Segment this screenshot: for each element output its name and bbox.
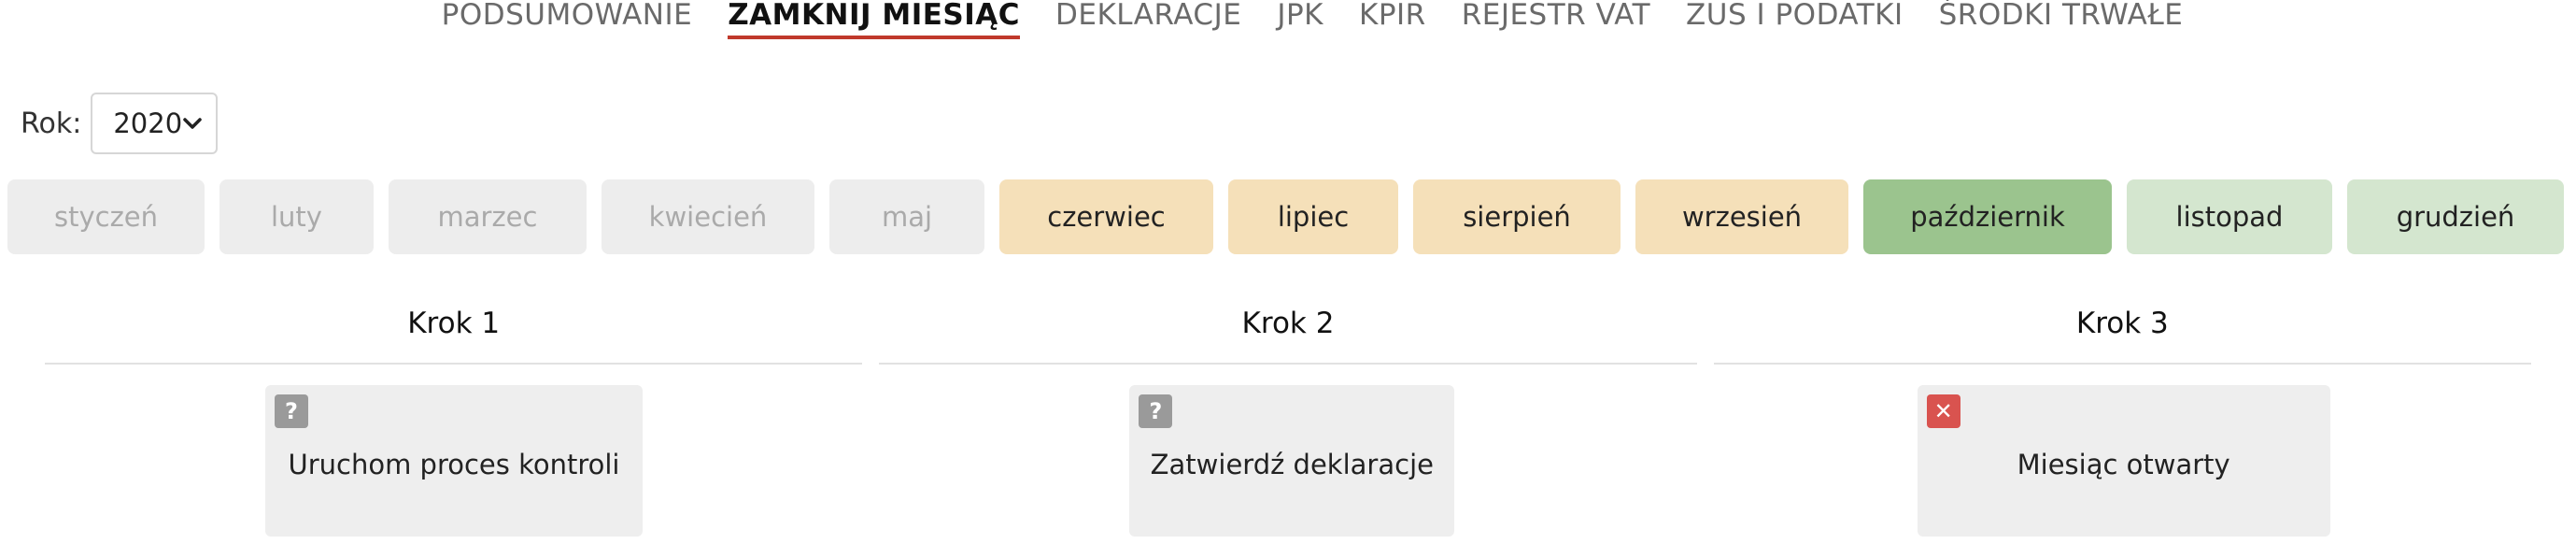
month-button-luty[interactable]: luty xyxy=(219,179,374,254)
step-3: Krok 3 ✕ Miesiąc otwarty xyxy=(1713,301,2531,544)
step-2: Krok 2 ? Zatwierdź deklaracje xyxy=(879,301,1697,544)
month-bar: styczeń luty marzec kwiecień maj czerwie… xyxy=(7,179,2564,254)
step-1-card-label: Uruchom proces kontroli xyxy=(288,449,620,480)
nav-tab-deklaracje[interactable]: DEKLARACJE xyxy=(1055,0,1241,32)
month-button-pazdziernik[interactable]: październik xyxy=(1863,179,2112,254)
step-3-card[interactable]: ✕ Miesiąc otwarty xyxy=(1917,385,2330,537)
main-nav: PODSUMOWANIE ZAMKNIJ MIESIĄC DEKLARACJE … xyxy=(0,0,2576,49)
year-label: Rok: xyxy=(21,107,82,140)
nav-tab-zus-i-podatki[interactable]: ZUS I PODATKI xyxy=(1686,0,1904,32)
step-1-title: Krok 1 xyxy=(407,307,501,340)
step-1-card[interactable]: ? Uruchom proces kontroli xyxy=(265,385,643,537)
question-icon: ? xyxy=(1139,394,1173,428)
step-2-divider xyxy=(879,363,1697,365)
nav-tab-rejestr-vat[interactable]: REJESTR VAT xyxy=(1462,0,1650,32)
step-1-divider xyxy=(45,363,863,365)
month-button-styczen[interactable]: styczeń xyxy=(7,179,205,254)
month-button-sierpien[interactable]: sierpień xyxy=(1413,179,1621,254)
step-3-divider xyxy=(1713,363,2531,365)
year-select-value: 2020 xyxy=(113,107,183,139)
chevron-down-icon xyxy=(183,118,203,129)
month-button-czerwiec[interactable]: czerwiec xyxy=(999,179,1213,254)
step-2-card[interactable]: ? Zatwierdź deklaracje xyxy=(1129,385,1455,537)
nav-tab-jpk[interactable]: JPK xyxy=(1277,0,1323,32)
step-3-title: Krok 3 xyxy=(2075,307,2169,340)
month-button-grudzien[interactable]: grudzień xyxy=(2347,179,2564,254)
nav-tab-kpir[interactable]: KPIR xyxy=(1359,0,1426,32)
question-icon: ? xyxy=(275,394,308,428)
close-icon: ✕ xyxy=(1926,394,1960,428)
month-button-kwiecien[interactable]: kwiecień xyxy=(602,179,814,254)
month-button-listopad[interactable]: listopad xyxy=(2127,179,2332,254)
month-button-maj[interactable]: maj xyxy=(829,179,984,254)
step-2-card-label: Zatwierdź deklaracje xyxy=(1150,449,1434,480)
steps-section: Krok 1 ? Uruchom proces kontroli Krok 2 … xyxy=(45,301,2531,544)
step-3-card-label: Miesiąc otwarty xyxy=(2017,449,2230,480)
nav-tab-zamknij-miesiac[interactable]: ZAMKNIJ MIESIĄC xyxy=(728,0,1020,39)
month-button-wrzesien[interactable]: wrzesień xyxy=(1635,179,1848,254)
month-button-marzec[interactable]: marzec xyxy=(389,179,587,254)
year-select[interactable]: 2020 xyxy=(91,93,219,154)
year-selector-row: Rok: 2020 xyxy=(21,93,219,154)
nav-tab-podsumowanie[interactable]: PODSUMOWANIE xyxy=(442,0,693,32)
step-1: Krok 1 ? Uruchom proces kontroli xyxy=(45,301,863,544)
month-button-lipiec[interactable]: lipiec xyxy=(1228,179,1398,254)
nav-tab-srodki-trwale[interactable]: ŚRODKI TRWAŁE xyxy=(1939,0,2184,32)
step-2-title: Krok 2 xyxy=(1241,307,1335,340)
